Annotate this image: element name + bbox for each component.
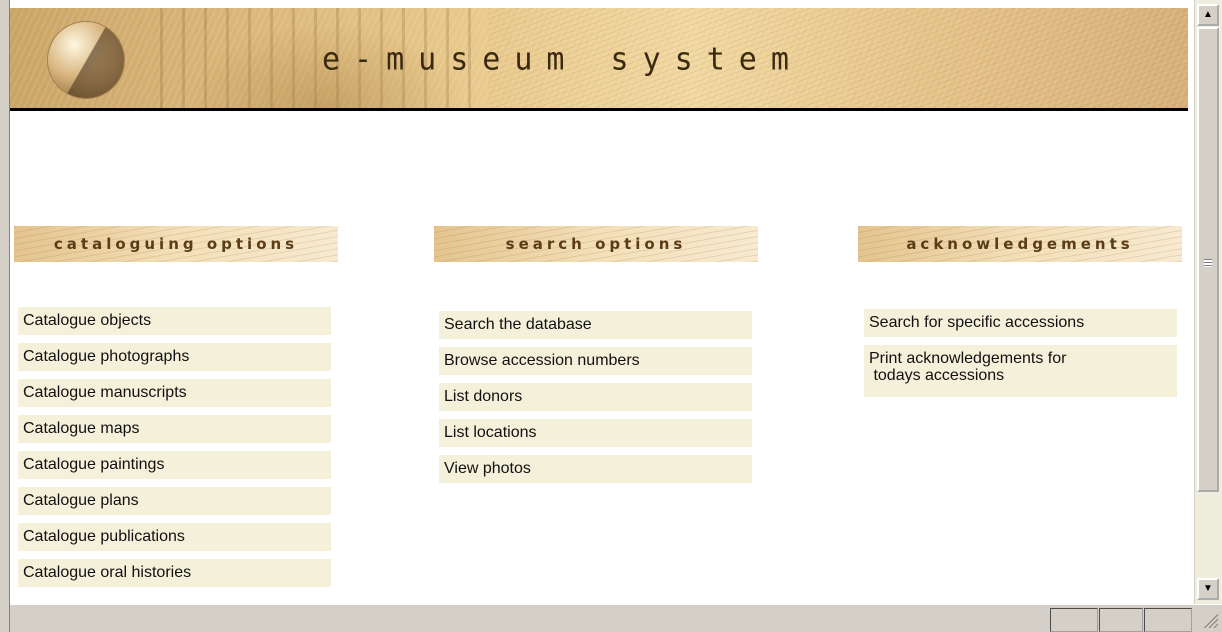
menu-item-catalogue-plans[interactable]: Catalogue plans [18,487,331,515]
site-title: e-museum system [322,41,803,78]
browser-window: e-museum system cataloguing options sear… [0,0,1222,632]
menu-item-catalogue-oral-histories[interactable]: Catalogue oral histories [18,559,331,587]
menu-item-search-database[interactable]: Search the database [439,311,752,339]
status-text-panel [10,608,1050,632]
window-left-frame [0,0,10,632]
vertical-scrollbar[interactable]: ▲ ▼ [1194,0,1222,604]
menu-item-catalogue-maps[interactable]: Catalogue maps [18,415,331,443]
status-bar [10,604,1222,632]
menu-item-search-specific-accessions[interactable]: Search for specific accessions [864,309,1177,337]
scrollbar-thumb[interactable] [1197,27,1219,492]
menu-item-catalogue-publications[interactable]: Catalogue publications [18,523,331,551]
menu-item-list-donors[interactable]: List donors [439,383,752,411]
menu-item-catalogue-objects[interactable]: Catalogue objects [18,307,331,335]
resize-grip-icon[interactable] [1202,612,1218,628]
chevron-down-icon[interactable]: ▼ [1197,578,1219,600]
museum-logo-shade [48,22,124,98]
menu-item-print-acknowledgements[interactable]: Print acknowledgements for todays access… [864,345,1177,397]
menu-item-browse-accession-numbers[interactable]: Browse accession numbers [439,347,752,375]
menu-item-catalogue-manuscripts[interactable]: Catalogue manuscripts [18,379,331,407]
search-options-heading: search options [434,226,758,262]
menu-item-list-locations[interactable]: List locations [439,419,752,447]
page-viewport: e-museum system cataloguing options sear… [10,0,1194,604]
status-panel [1099,608,1143,632]
status-panel [1050,608,1098,632]
menu-item-view-photos[interactable]: View photos [439,455,752,483]
cataloguing-options-heading: cataloguing options [14,226,338,262]
header-banner: e-museum system [10,8,1188,108]
menu-item-catalogue-photographs[interactable]: Catalogue photographs [18,343,331,371]
scrollbar-grip-icon [1204,259,1212,267]
acknowledgements-heading: acknowledgements [858,226,1182,262]
banner-divider [10,108,1188,111]
menu-item-catalogue-paintings[interactable]: Catalogue paintings [18,451,331,479]
chevron-up-icon[interactable]: ▲ [1197,4,1219,26]
status-panel [1144,608,1192,632]
